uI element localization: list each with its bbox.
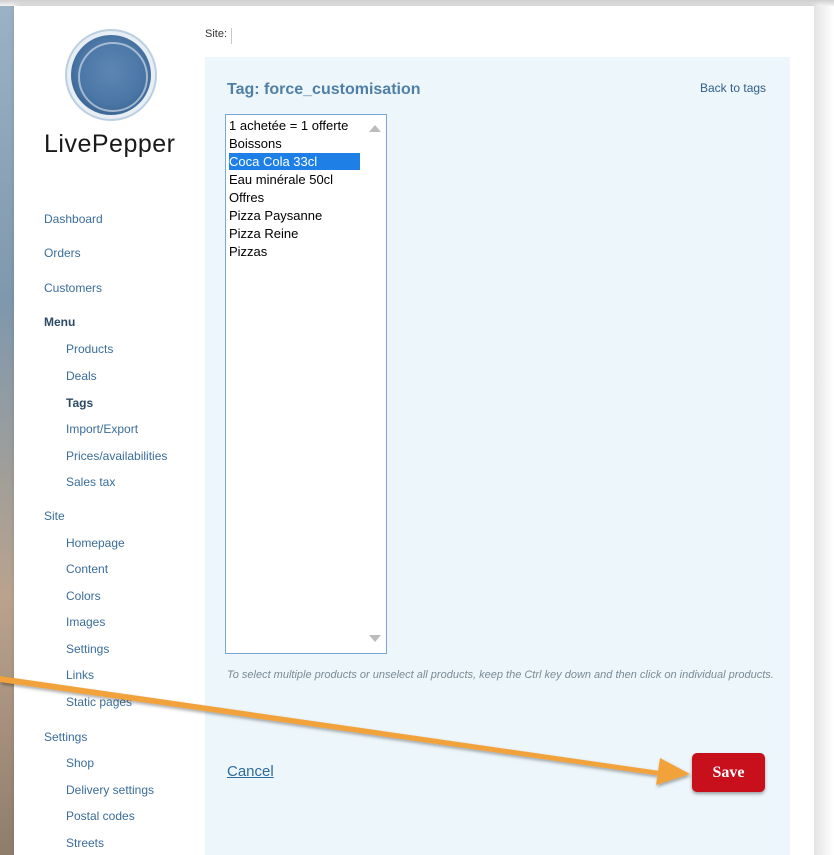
window-right-shadow (814, 6, 834, 855)
sidebar-item-deals[interactable]: Deals (66, 369, 97, 383)
product-option[interactable]: Offres (229, 189, 360, 206)
sidebar-item-import-export[interactable]: Import/Export (66, 422, 138, 436)
sidebar-item-images[interactable]: Images (66, 615, 105, 629)
sidebar-item-homepage[interactable]: Homepage (66, 536, 125, 550)
sidebar-item-products[interactable]: Products (66, 342, 113, 356)
logo-text: LivePepper (44, 130, 176, 158)
livepepper-logo-icon (71, 35, 151, 115)
product-option[interactable]: Boissons (229, 135, 360, 152)
scroll-up-arrow-icon[interactable] (369, 125, 381, 132)
sidebar-item-static-pages[interactable]: Static pages (66, 695, 132, 709)
sidebar-item-customers[interactable]: Customers (44, 281, 102, 295)
scroll-down-arrow-icon[interactable] (369, 635, 381, 642)
product-option[interactable]: Pizza Paysanne (229, 207, 360, 224)
site-selector-label[interactable]: Site: (205, 28, 233, 44)
page-title: Tag: force_customisation (227, 81, 421, 98)
product-option[interactable]: Eau minérale 50cl (229, 171, 360, 188)
product-option[interactable]: Pizza Reine (229, 225, 360, 242)
listbox-scrollbar[interactable] (361, 116, 385, 652)
sidebar-section-settings[interactable]: Settings (44, 730, 87, 744)
background-edge (0, 0, 14, 855)
save-button[interactable]: Save (692, 753, 765, 792)
sidebar-item-content[interactable]: Content (66, 562, 108, 576)
sidebar-item-streets[interactable]: Streets (66, 836, 104, 850)
sidebar-section-site[interactable]: Site (44, 509, 65, 523)
sidebar-item-tags[interactable]: Tags (66, 396, 93, 410)
sidebar-item-shop[interactable]: Shop (66, 756, 94, 770)
sidebar-item-colors[interactable]: Colors (66, 589, 101, 603)
product-option-selected[interactable]: Coca Cola 33cl (229, 153, 360, 170)
sidebar-item-links[interactable]: Links (66, 668, 94, 682)
products-multiselect[interactable]: 1 achetée = 1 offerte Boissons Coca Cola… (225, 114, 387, 654)
sidebar-item-dashboard[interactable]: Dashboard (44, 212, 103, 226)
cancel-link[interactable]: Cancel (227, 763, 274, 780)
sidebar-item-delivery-settings[interactable]: Delivery settings (66, 783, 154, 797)
multiselect-help-text: To select multiple products or unselect … (227, 669, 774, 681)
sidebar-item-orders[interactable]: Orders (44, 246, 81, 260)
back-to-tags-link[interactable]: Back to tags (700, 81, 766, 95)
sidebar-item-site-settings[interactable]: Settings (66, 642, 109, 656)
sidebar-item-prices-availabilities[interactable]: Prices/availabilities (66, 449, 167, 463)
sidebar-item-sales-tax[interactable]: Sales tax (66, 475, 115, 489)
sidebar-item-postal-codes[interactable]: Postal codes (66, 809, 135, 823)
sidebar-section-menu[interactable]: Menu (44, 315, 75, 329)
product-option[interactable]: Pizzas (229, 243, 360, 260)
product-option[interactable]: 1 achetée = 1 offerte (229, 117, 360, 134)
